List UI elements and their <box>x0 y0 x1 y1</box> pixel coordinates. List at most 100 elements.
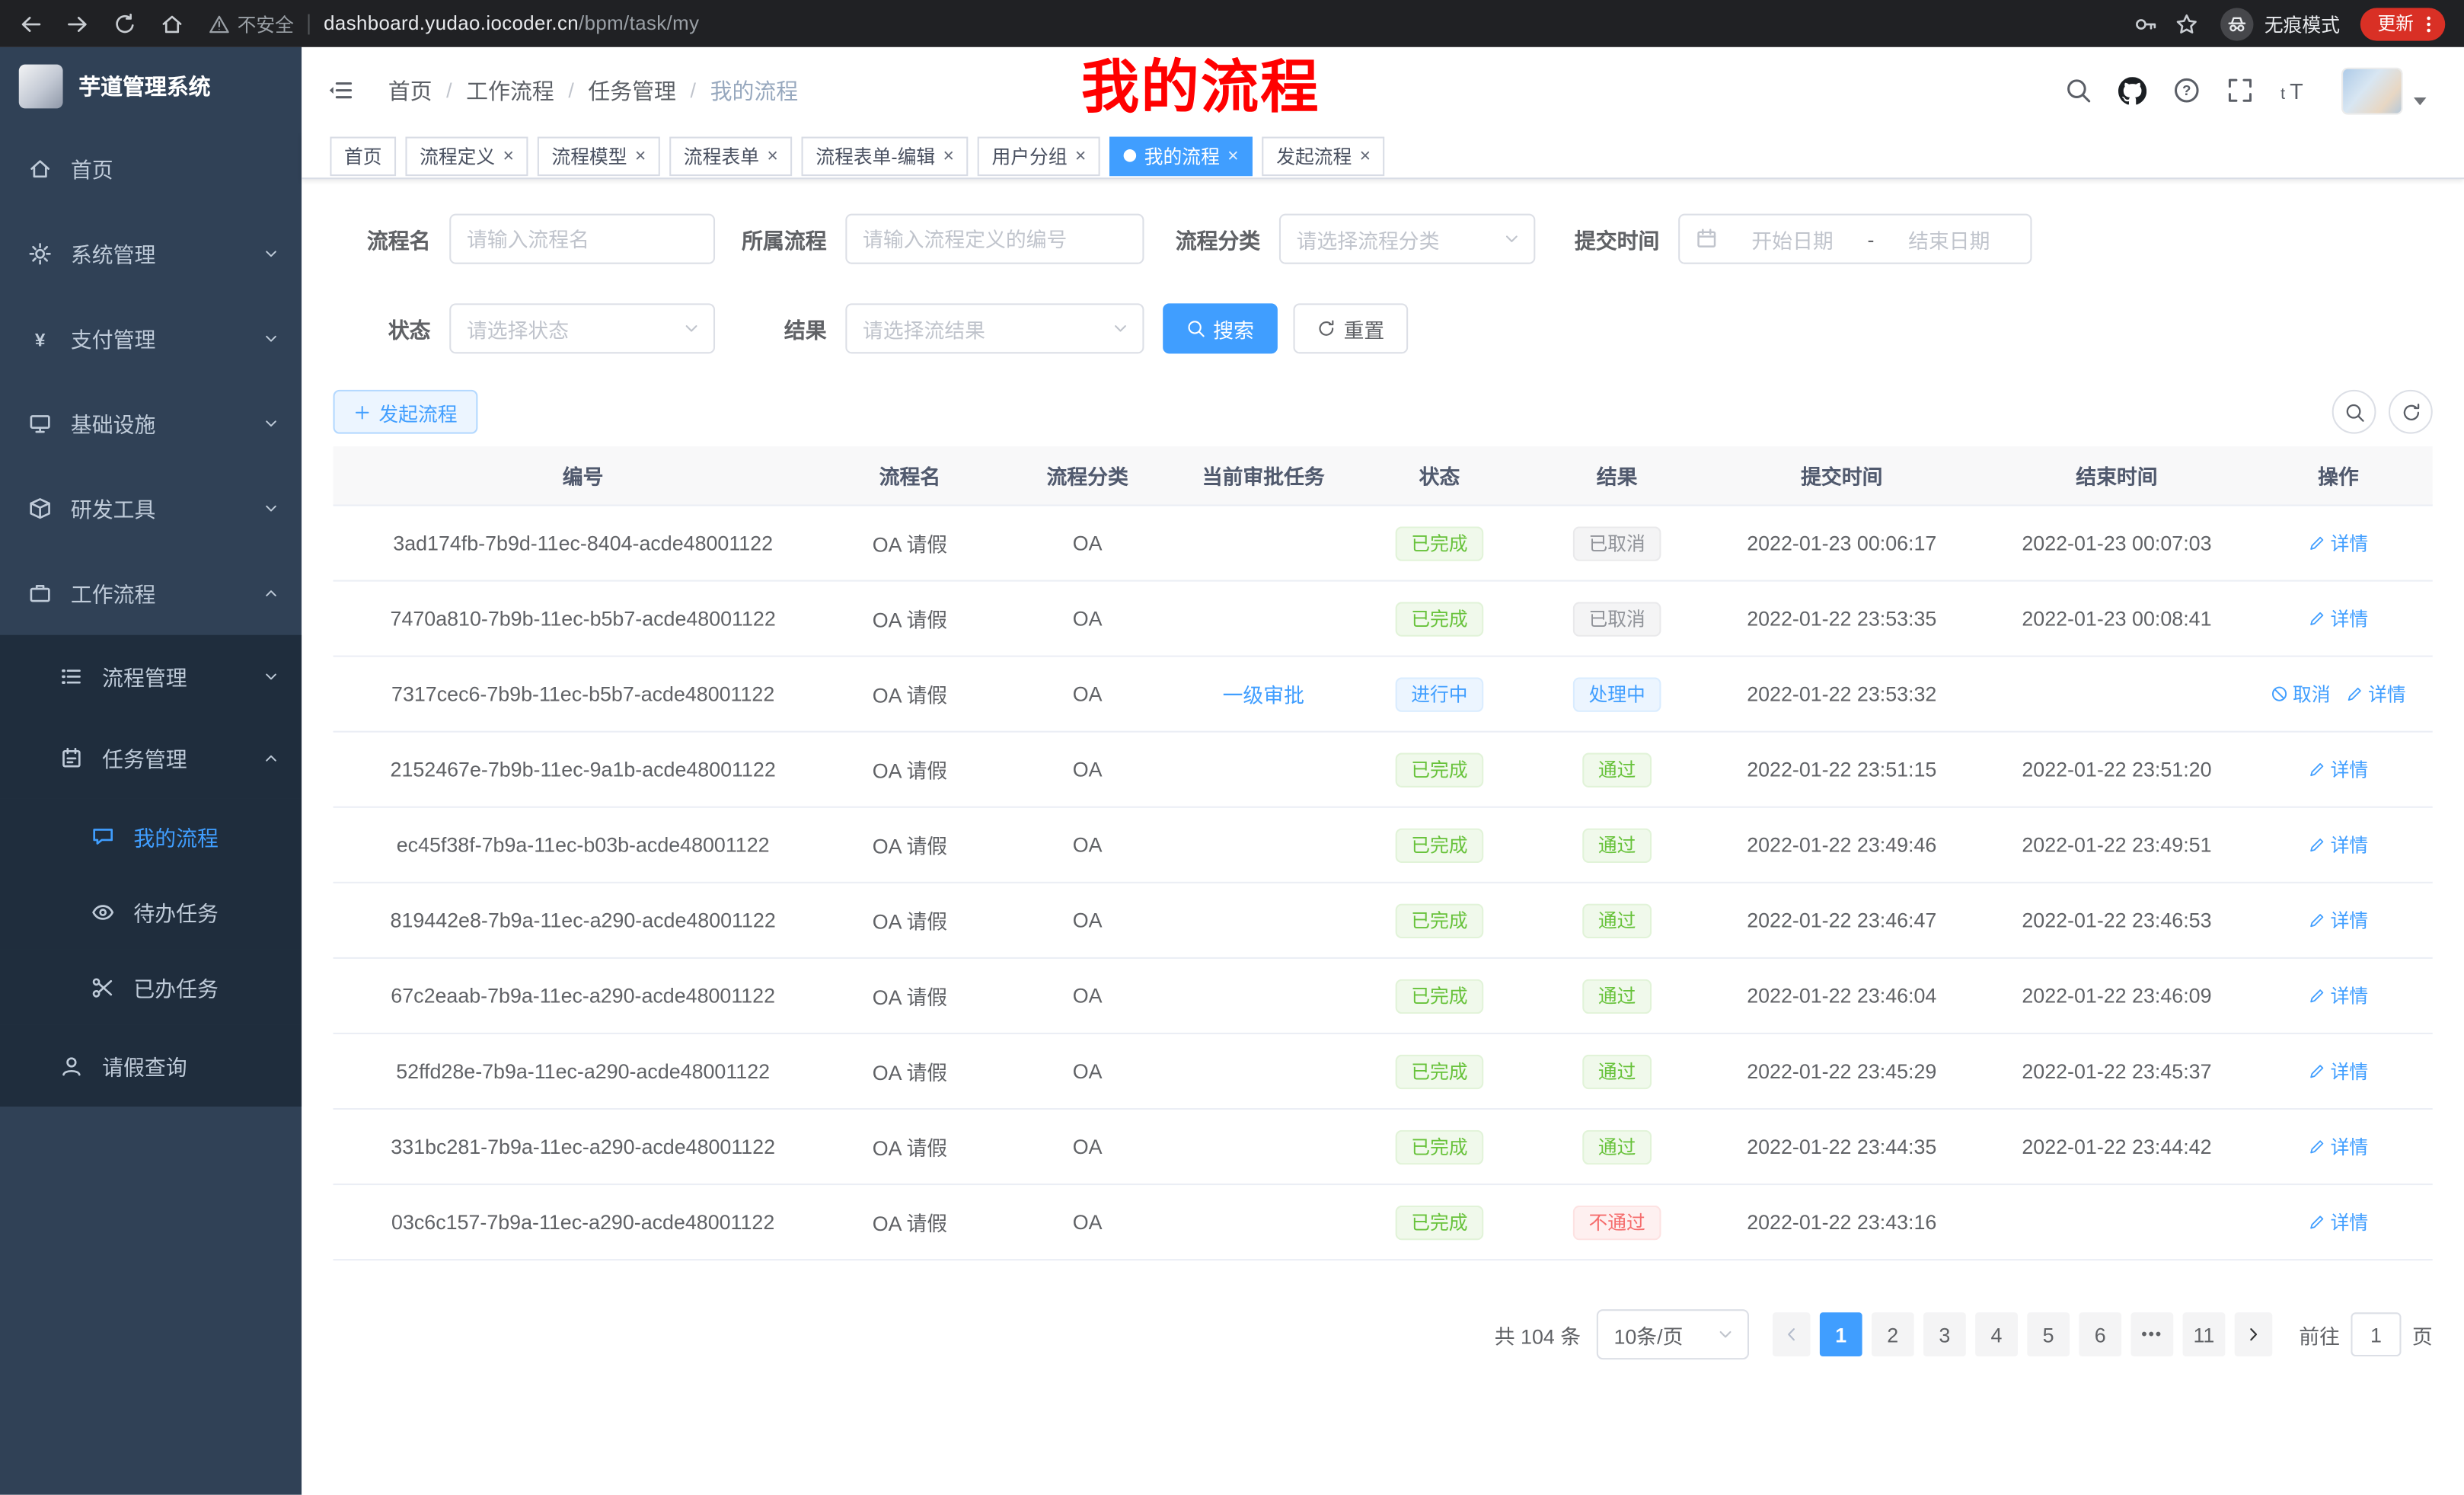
fullscreen-icon[interactable] <box>2226 77 2253 104</box>
user-menu[interactable] <box>2343 69 2426 113</box>
page-size-select[interactable]: 10条/页 <box>1597 1309 1749 1359</box>
browser-reload-icon[interactable] <box>113 11 137 35</box>
detail-action[interactable]: 详情 <box>2309 982 2368 1009</box>
workflow-icon <box>28 581 52 605</box>
bookmark-star-icon[interactable] <box>2175 11 2198 35</box>
page-button[interactable]: 3 <box>1923 1312 1966 1356</box>
next-page-button[interactable] <box>2235 1312 2273 1356</box>
browser-home-icon[interactable] <box>161 11 184 35</box>
search-button[interactable]: 搜索 <box>1163 303 1278 353</box>
process-definition-input[interactable] <box>845 214 1144 264</box>
detail-action[interactable]: 详情 <box>2346 681 2405 708</box>
main-area: 首页 / 工作流程 / 任务管理 / 我的流程 ? tT <box>302 47 2464 1495</box>
start-process-label: 发起流程 <box>378 397 457 426</box>
help-icon[interactable]: ? <box>2173 77 2200 104</box>
browser-forward-icon[interactable] <box>66 11 90 35</box>
result-select[interactable]: 请选择流结果 <box>845 303 1144 353</box>
sidebar-item-workflow[interactable]: 工作流程 <box>0 550 302 634</box>
app-logo[interactable]: 芋道管理系统 <box>0 47 302 126</box>
tab-process-form[interactable]: 流程表单× <box>669 136 792 176</box>
browser-update-button[interactable]: 更新 <box>2360 7 2445 40</box>
detail-action[interactable]: 详情 <box>2309 907 2368 934</box>
header-search-icon[interactable] <box>2065 77 2092 104</box>
tab-my-process[interactable]: 我的流程× <box>1109 136 1253 176</box>
sidebar-item-home[interactable]: 首页 <box>0 126 302 210</box>
cell-result: 通过 <box>1540 752 1694 787</box>
cell-status: 已完成 <box>1339 1205 1540 1239</box>
svg-text:?: ? <box>2182 82 2191 98</box>
close-icon[interactable]: × <box>767 146 777 165</box>
sidebar-item-leave-query[interactable]: 请假查询 <box>0 1025 302 1107</box>
tab-process-model[interactable]: 流程模型× <box>538 136 660 176</box>
page-button[interactable]: 4 <box>1975 1312 2018 1356</box>
security-status[interactable]: 不安全 <box>209 10 293 37</box>
detail-action[interactable]: 详情 <box>2309 1133 2368 1160</box>
sidebar-item-task-mgmt[interactable]: 任务管理 <box>0 717 302 798</box>
refresh-table-button[interactable] <box>2389 390 2433 434</box>
cell-end-time: 2022-01-22 23:49:51 <box>1990 833 2244 857</box>
detail-action[interactable]: 详情 <box>2309 530 2368 557</box>
sidebar-item-dev-tools[interactable]: 研发工具 <box>0 465 302 550</box>
sidebar-item-process-mgmt[interactable]: 流程管理 <box>0 635 302 717</box>
home-icon <box>28 156 52 180</box>
password-key-icon[interactable] <box>2134 11 2158 35</box>
tab-start-process[interactable]: 发起流程× <box>1262 136 1385 176</box>
tab-process-form-edit[interactable]: 流程表单-编辑× <box>802 136 969 176</box>
sidebar-item-payment-mgmt[interactable]: ¥支付管理 <box>0 295 302 380</box>
page-button[interactable]: 11 <box>2183 1312 2226 1356</box>
hamburger-icon[interactable] <box>327 77 353 104</box>
github-icon[interactable] <box>2118 76 2146 104</box>
breadcrumb-task-mgmt[interactable]: 任务管理 <box>588 75 676 106</box>
page-button[interactable]: 1 <box>1820 1312 1862 1356</box>
cancel-action[interactable]: 取消 <box>2271 681 2330 708</box>
browser-toolbar: 不安全 dashboard.yudao.iocoder.cn/bpm/task/… <box>0 0 2464 47</box>
sidebar-item-infrastructure[interactable]: 基础设施 <box>0 380 302 465</box>
process-name-input[interactable] <box>449 214 715 264</box>
page-jump-input[interactable] <box>2351 1312 2401 1356</box>
close-icon[interactable]: × <box>1075 146 1086 165</box>
reset-button[interactable]: 重置 <box>1294 303 1409 353</box>
table-row: 3ad174fb-7b9d-11ec-8404-acde48001122OA 请… <box>334 506 2433 582</box>
page-jumper: 前往 页 <box>2299 1312 2432 1356</box>
close-icon[interactable]: × <box>1227 146 1238 165</box>
toggle-search-button[interactable] <box>2332 390 2376 434</box>
tab-home[interactable]: 首页 <box>330 136 396 176</box>
font-size-icon[interactable]: tT <box>2280 77 2307 104</box>
detail-action[interactable]: 详情 <box>2309 756 2368 783</box>
page-content: 流程名 所属流程 流程分类 请选择流程分类 提交时间 开始日期 - 结束日期 <box>302 179 2464 1494</box>
prev-page-button[interactable] <box>1773 1312 1811 1356</box>
submit-time-range[interactable]: 开始日期 - 结束日期 <box>1678 214 2032 264</box>
tool-icon <box>28 496 52 519</box>
detail-action[interactable]: 详情 <box>2309 1058 2368 1085</box>
breadcrumb-home[interactable]: 首页 <box>388 75 432 106</box>
sidebar-item-todo-tasks[interactable]: 待办任务 <box>0 874 302 949</box>
page-button[interactable]: 6 <box>2079 1312 2121 1356</box>
sidebar-item-my-process[interactable]: 我的流程 <box>0 798 302 874</box>
close-icon[interactable]: × <box>503 146 513 165</box>
browser-back-icon[interactable] <box>19 11 43 35</box>
cell-actions: 详情 <box>2244 832 2433 858</box>
page-button[interactable]: 2 <box>1872 1312 1914 1356</box>
current-task-link[interactable]: 一级审批 <box>1223 684 1304 708</box>
sidebar-item-done-tasks[interactable]: 已办任务 <box>0 950 302 1025</box>
status-badge: 已完成 <box>1396 828 1484 862</box>
detail-action[interactable]: 详情 <box>2309 1209 2368 1235</box>
address-bar[interactable]: 不安全 dashboard.yudao.iocoder.cn/bpm/task/… <box>209 10 2134 37</box>
cell-status: 已完成 <box>1339 1054 1540 1088</box>
close-icon[interactable]: × <box>1360 146 1371 165</box>
close-icon[interactable]: × <box>943 146 954 165</box>
detail-action[interactable]: 详情 <box>2309 605 2368 632</box>
status-select[interactable]: 请选择状态 <box>449 303 715 353</box>
cell-id: 2152467e-7b9b-11ec-9a1b-acde48001122 <box>334 758 833 781</box>
start-process-button[interactable]: 发起流程 <box>334 390 478 434</box>
tab-process-definition[interactable]: 流程定义× <box>405 136 528 176</box>
pagination-more-button[interactable]: ••• <box>2130 1312 2173 1356</box>
breadcrumb-workflow[interactable]: 工作流程 <box>466 75 554 106</box>
browser-menu-icon[interactable] <box>2418 14 2439 34</box>
page-button[interactable]: 5 <box>2027 1312 2070 1356</box>
detail-action[interactable]: 详情 <box>2309 832 2368 858</box>
tab-user-group[interactable]: 用户分组× <box>978 136 1100 176</box>
category-select[interactable]: 请选择流程分类 <box>1279 214 1535 264</box>
sidebar-item-system-mgmt[interactable]: 系统管理 <box>0 211 302 295</box>
close-icon[interactable]: × <box>635 146 646 165</box>
